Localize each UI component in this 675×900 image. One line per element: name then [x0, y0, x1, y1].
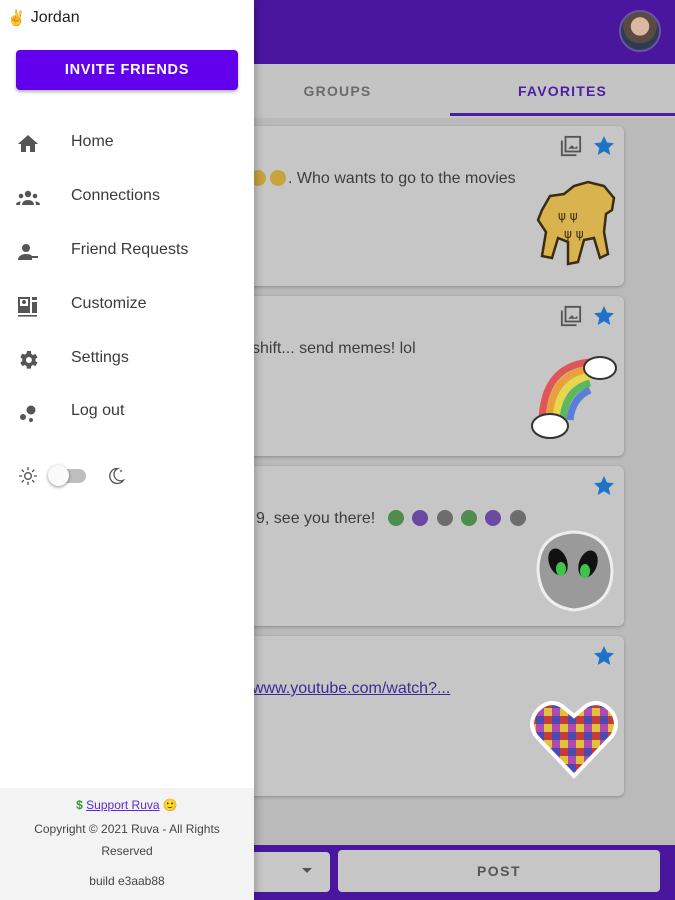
gear-icon [20, 351, 38, 369]
sunglasses-emoji-icon [270, 170, 286, 186]
dropdown-arrow-icon[interactable] [302, 868, 312, 873]
nav-item-label: Friend Requests [71, 241, 189, 258]
nav-item-label: Connections [71, 187, 160, 204]
svg-text:ψ ψ: ψ ψ [564, 227, 584, 241]
post-text: www.youtube.com/watch?... [252, 680, 450, 698]
post-text: shift... send memes! lol [252, 340, 416, 357]
customize-icon [18, 297, 37, 317]
alien-emoji-icon [387, 510, 404, 526]
post-text: 9, see you there! [256, 510, 528, 528]
nav-item-connections[interactable]: Connections [0, 175, 254, 219]
user-name: Jordan [30, 9, 80, 26]
drawer-header: ✌ Jordan [7, 8, 80, 28]
people-icon [16, 190, 40, 205]
nav-item-label: Customize [71, 295, 147, 312]
nav-item-label: Log out [71, 402, 125, 419]
sun-icon [19, 467, 37, 485]
moon-icon [109, 467, 126, 485]
theme-toggle-thumb[interactable] [48, 465, 69, 486]
nav-item-customize[interactable]: Customize [0, 283, 254, 327]
monster-emoji-icon [485, 510, 502, 526]
post-text: . Who wants to go to the movies [248, 170, 516, 188]
navigation-drawer: ✌ Jordan INVITE FRIENDS Home Connections… [0, 0, 254, 900]
svg-text:ψ ψ: ψ ψ [558, 209, 578, 223]
invite-friends-button[interactable]: INVITE FRIENDS [16, 50, 238, 90]
tab-favorites[interactable]: FAVORITES [450, 64, 675, 118]
nav-item-settings[interactable]: Settings [0, 337, 254, 381]
gallery-icon[interactable] [560, 135, 582, 157]
home-icon [18, 135, 38, 152]
person-request-icon [18, 244, 38, 260]
nav-item-friend-requests[interactable]: Friend Requests [0, 229, 254, 273]
copyright-text: Copyright © 2021 Ruva - All Rights Reser… [34, 822, 220, 858]
star-icon[interactable] [592, 304, 616, 328]
support-emoji-icon: 🙂 [162, 798, 178, 812]
pixel-heart-sticker [530, 701, 618, 779]
post-text-content: 9, see you there! [256, 510, 376, 527]
yellow-dog-sticker: ψ ψ ψ ψ [536, 180, 616, 266]
tab-groups[interactable]: GROUPS [225, 64, 450, 118]
logout-icon [20, 405, 36, 422]
user-emoji-icon: ✌ [7, 10, 26, 27]
build-id: build e3aab88 [89, 874, 165, 888]
star-icon[interactable] [592, 474, 616, 498]
cat-emoji-icon [436, 510, 453, 526]
star-icon[interactable] [592, 134, 616, 158]
rainbow-sticker [531, 356, 617, 439]
star-icon[interactable] [592, 644, 616, 668]
nav-item-home[interactable]: Home [0, 121, 254, 165]
theme-toggle-row [16, 462, 136, 490]
tab-indicator [450, 113, 675, 116]
nav-item-label: Home [71, 133, 114, 150]
dollar-icon: $ [76, 798, 83, 812]
post-link[interactable]: www.youtube.com/watch?... [252, 680, 450, 697]
gallery-icon[interactable] [560, 305, 582, 327]
monster-emoji-icon [412, 510, 429, 526]
post-button[interactable]: POST [338, 850, 660, 892]
profile-avatar[interactable] [619, 10, 661, 52]
support-line: $ Support Ruva 🙂 [0, 798, 254, 812]
alien-emoji-icon [461, 510, 477, 526]
alien-sticker [536, 530, 614, 612]
support-link[interactable]: Support Ruva [86, 798, 159, 812]
post-text-content: . Who wants to go to the movies [288, 170, 516, 187]
drawer-footer: $ Support Ruva 🙂 Copyright © 2021 Ruva -… [0, 788, 254, 900]
cat-emoji-icon [509, 510, 526, 526]
nav-item-label: Settings [71, 349, 129, 366]
nav-item-log-out[interactable]: Log out [0, 390, 254, 434]
